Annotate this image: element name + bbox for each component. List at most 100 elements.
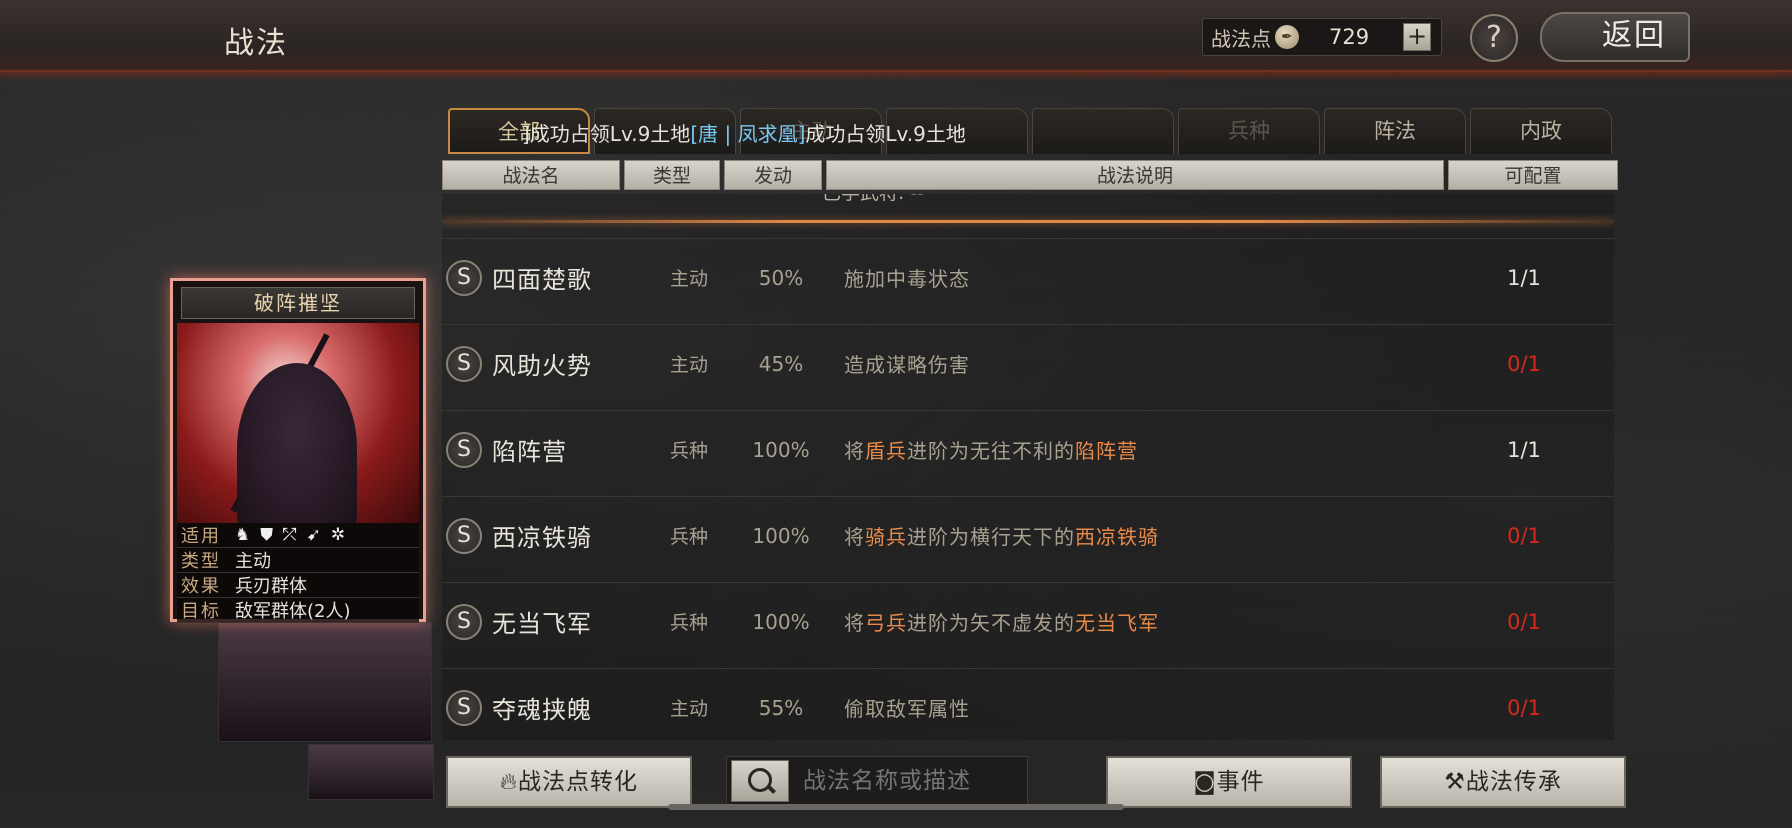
tab-domestic[interactable]: 内政	[1470, 108, 1612, 154]
tactic-description: 施加中毒状态	[844, 263, 1464, 292]
tactic-rate: 100%	[752, 437, 810, 462]
cavalry-icon: ♞	[235, 525, 251, 545]
tactic-name: 风助火势	[492, 352, 592, 380]
card-info-key: 类型	[181, 551, 221, 572]
desc-text: 造成谋略伤害	[844, 353, 970, 377]
config-count: 1/1	[1507, 265, 1541, 290]
config-count: 0/1	[1507, 695, 1541, 720]
tactic-name: 陷阵营	[492, 438, 567, 466]
tactic-card[interactable]: 破阵摧坚 适用 ♞ ⛊ ⤱ ➹ ✲ 类型 主动 效果 兵刃群体 目标 敌军群体(…	[170, 278, 426, 623]
events-button[interactable]: ◙事件	[1106, 756, 1352, 808]
tab-formation[interactable]: 阵法	[1324, 108, 1466, 154]
fire-icon: 🔥︎	[500, 769, 518, 795]
broadcast-alliance[interactable]: [唐 | 凤求凰]	[690, 122, 805, 146]
tactic-description: 将骑兵进阶为横行天下的西凉铁骑	[844, 521, 1464, 550]
tactic-name: 四面楚歌	[492, 266, 592, 294]
tactic-type: 兵种	[669, 612, 708, 634]
card-title: 破阵摧坚	[181, 287, 415, 319]
wheel-icon: ✲	[330, 525, 346, 545]
tactic-type: 主动	[669, 698, 708, 720]
desc-highlight: 盾兵	[865, 439, 907, 463]
card-info-row: 适用 ♞ ⛊ ⤱ ➹ ✲	[177, 523, 419, 548]
table-row[interactable]: S 夺魂挟魄 主动 55% 偷取敌军属性 0/1	[442, 668, 1614, 740]
search-icon[interactable]	[731, 760, 789, 802]
desc-highlight: 陷阵营	[1075, 439, 1138, 463]
config-count: 0/1	[1507, 523, 1541, 548]
warrior-silhouette	[237, 363, 357, 523]
desc-highlight: 西凉铁骑	[1075, 525, 1159, 549]
tactic-rate: 100%	[752, 523, 810, 548]
convert-points-button[interactable]: 🔥︎战法点转化	[446, 756, 692, 808]
hammer-icon: ⚒	[1444, 769, 1466, 795]
card-info-key: 适用	[181, 526, 221, 547]
tactic-type: 主动	[669, 268, 708, 290]
table-row[interactable]: S 无当飞军 兵种 100% 将弓兵进阶为矢不虚发的无当飞军 0/1	[442, 582, 1614, 660]
selection-divider	[442, 220, 1614, 223]
card-info-row: 效果 兵刃群体	[177, 573, 419, 598]
column-type[interactable]: 类型	[624, 160, 720, 190]
card-info-row: 目标 敌军群体(2人)	[177, 598, 419, 623]
table-row[interactable]: S 四面楚歌 主动 50% 施加中毒状态 1/1	[442, 238, 1614, 316]
tactic-rate: 45%	[758, 351, 804, 376]
broadcast-ticker: ]成功占领Lv.9土地[唐 | 凤求凰]成功占领Lv.9土地	[522, 118, 966, 147]
tactic-name: 西凉铁骑	[492, 524, 592, 552]
table-row[interactable]: S 风助火势 主动 45% 造成谋略伤害 0/1	[442, 324, 1614, 402]
column-trigger[interactable]: 发动	[724, 160, 822, 190]
card-info-row: 类型 主动	[177, 548, 419, 573]
table-row[interactable]: S 陷阵营 兵种 100% 将盾兵进阶为无往不利的陷阵营 1/1	[442, 410, 1614, 488]
help-button[interactable]: ?	[1470, 14, 1518, 62]
card-info-value: 兵刃群体	[235, 576, 307, 597]
config-count: 0/1	[1507, 351, 1541, 376]
desc-text: 偷取敌军属性	[844, 697, 970, 721]
tactic-point-icon: ✒	[1275, 25, 1299, 49]
inherit-label: 战法传承	[1465, 769, 1562, 795]
desc-text: 将	[844, 439, 865, 463]
column-description: 战法说明	[826, 160, 1444, 190]
broadcast-text-2: 成功占领Lv.9土地	[805, 122, 966, 146]
table-row[interactable]: S 西凉铁骑 兵种 100% 将骑兵进阶为横行天下的西凉铁骑 0/1	[442, 496, 1614, 574]
card-artwork	[177, 323, 419, 523]
column-header-row: 战法名 类型 发动 战法说明 可配置	[442, 160, 1618, 190]
shield-icon: ⛊	[260, 525, 273, 545]
spear-icon: ➹	[306, 525, 321, 545]
home-indicator	[668, 804, 1124, 810]
tactic-description: 造成谋略伤害	[844, 349, 1464, 378]
back-button[interactable]: 返回	[1540, 12, 1690, 62]
card-info-key: 目标	[181, 601, 221, 622]
column-name[interactable]: 战法名	[442, 160, 620, 190]
card-info-key: 效果	[181, 576, 221, 597]
desc-highlight: 无当飞军	[1075, 611, 1159, 635]
tactic-description: 将盾兵进阶为无往不利的陷阵营	[844, 435, 1464, 464]
bow-icon: ⤱	[283, 525, 297, 545]
tactic-rate: 50%	[758, 265, 804, 290]
tactic-description: 偷取敌军属性	[844, 693, 1464, 722]
desc-text: 将	[844, 611, 865, 635]
inherit-tactic-button[interactable]: ⚒战法传承	[1380, 756, 1626, 808]
desc-text: 进阶为矢不虚发的	[907, 611, 1075, 635]
search-bar	[726, 756, 1028, 806]
tactic-type: 兵种	[669, 440, 708, 462]
search-input[interactable]	[803, 768, 1023, 794]
desc-highlight: 骑兵	[865, 525, 907, 549]
desc-text: 进阶为横行天下的	[907, 525, 1075, 549]
card-info: 适用 ♞ ⛊ ⤱ ➹ ✲ 类型 主动 效果 兵刃群体 目标 敌军群体(2人)	[177, 523, 419, 623]
tactic-name: 无当飞军	[492, 610, 592, 638]
tactic-type: 主动	[669, 354, 708, 376]
grade-badge: S	[446, 345, 482, 382]
add-points-button[interactable]: +	[1403, 23, 1431, 51]
desc-highlight: 弓兵	[865, 611, 907, 635]
tactic-description: 将弓兵进阶为矢不虚发的无当飞军	[844, 607, 1464, 636]
grade-badge: S	[446, 603, 482, 640]
grade-badge: S	[446, 517, 482, 554]
troop-icons: ♞ ⛊ ⤱ ➹ ✲	[235, 525, 345, 545]
card-info-value: 主动	[235, 551, 271, 572]
tab-troop[interactable]: 兵种	[1178, 108, 1320, 154]
tab-5[interactable]	[1032, 108, 1174, 154]
learned-generals-line: 已学武将: --	[822, 194, 924, 205]
grade-badge: S	[446, 689, 482, 726]
config-count: 1/1	[1507, 437, 1541, 462]
tactic-list[interactable]: 已学武将: -- S 四面楚歌 主动 50% 施加中毒状态 1/1 S 风助火势…	[442, 194, 1614, 740]
column-configurable[interactable]: 可配置	[1448, 160, 1618, 190]
desc-text: 施加中毒状态	[844, 267, 970, 291]
config-count: 0/1	[1507, 609, 1541, 634]
